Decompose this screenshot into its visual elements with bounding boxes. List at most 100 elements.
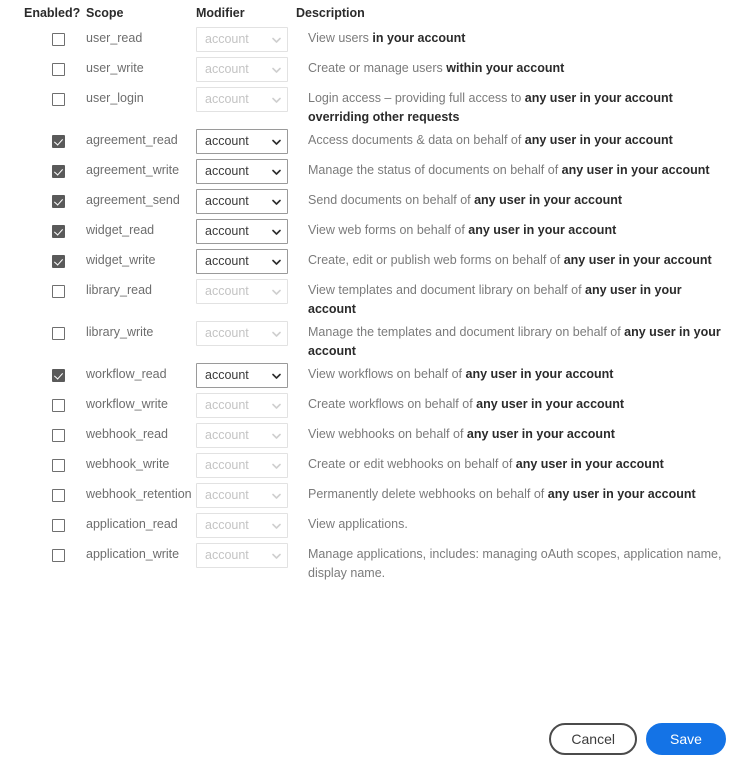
table-row: application_write account Manage applicati… bbox=[0, 541, 750, 583]
checkbox-checked-icon[interactable] bbox=[52, 225, 65, 239]
table-row: user_read account View users in your accou… bbox=[0, 25, 750, 55]
cell-enabled bbox=[0, 541, 86, 565]
chevron-down-icon bbox=[272, 259, 281, 266]
description-text: Send documents on behalf of bbox=[308, 193, 475, 207]
scope-description: Create, edit or publish web forms on beh… bbox=[296, 247, 726, 270]
scope-description: Permanently delete webhooks on behalf of… bbox=[296, 481, 726, 504]
chevron-down-icon bbox=[272, 553, 281, 560]
checkbox-unchecked-icon[interactable] bbox=[52, 459, 65, 473]
description-text: Login access – providing full access to bbox=[308, 91, 525, 105]
chevron-down-icon bbox=[272, 37, 281, 44]
scope-description: Manage the templates and document librar… bbox=[296, 319, 726, 361]
checkbox-checked-icon[interactable] bbox=[52, 165, 65, 179]
cell-enabled bbox=[0, 421, 86, 445]
checkbox-unchecked-icon[interactable] bbox=[52, 33, 65, 47]
cell-enabled bbox=[0, 319, 86, 343]
table-row: agreement_read account Access documents & … bbox=[0, 127, 750, 157]
modifier-select[interactable]: account bbox=[196, 129, 288, 154]
description-emphasis: any user in your account bbox=[515, 457, 664, 471]
checkbox-unchecked-icon[interactable] bbox=[52, 327, 65, 341]
modifier-select[interactable]: account bbox=[196, 249, 288, 274]
modifier-select[interactable]: account bbox=[196, 363, 288, 388]
chevron-down-icon bbox=[272, 97, 281, 104]
save-button[interactable]: Save bbox=[646, 723, 726, 755]
cell-enabled bbox=[0, 277, 86, 301]
checkbox-unchecked-icon[interactable] bbox=[52, 63, 65, 77]
cell-modifier: account bbox=[196, 55, 296, 82]
checkbox-unchecked-icon[interactable] bbox=[52, 549, 65, 563]
chevron-down-icon bbox=[272, 67, 281, 74]
scope-name: agreement_write bbox=[86, 163, 180, 177]
cell-enabled bbox=[0, 361, 86, 385]
table-row: widget_write account Create, edit or publi… bbox=[0, 247, 750, 277]
modifier-select-value: account bbox=[205, 194, 249, 208]
scope-description: View applications. bbox=[296, 511, 726, 534]
cell-enabled bbox=[0, 25, 86, 49]
table-row: agreement_send account Send documents on b… bbox=[0, 187, 750, 217]
description-text: View web forms on behalf of bbox=[308, 223, 469, 237]
modifier-select: account bbox=[196, 513, 288, 538]
scope-name: agreement_read bbox=[86, 133, 178, 147]
checkbox-unchecked-icon[interactable] bbox=[52, 489, 65, 503]
table-row: workflow_read account View workflows on be… bbox=[0, 361, 750, 391]
modifier-select[interactable]: account bbox=[196, 189, 288, 214]
modifier-select: account bbox=[196, 453, 288, 478]
table-row: application_read account View applications… bbox=[0, 511, 750, 541]
modifier-select[interactable]: account bbox=[196, 159, 288, 184]
scope-name: agreement_send bbox=[86, 193, 180, 207]
column-header-description: Description bbox=[296, 6, 365, 20]
modifier-select-value: account bbox=[205, 62, 249, 76]
checkbox-checked-icon[interactable] bbox=[52, 255, 65, 269]
chevron-down-icon bbox=[272, 289, 281, 296]
description-text: View applications. bbox=[308, 517, 408, 531]
cell-modifier: account bbox=[196, 157, 296, 184]
checkbox-unchecked-icon[interactable] bbox=[52, 285, 65, 299]
checkbox-checked-icon[interactable] bbox=[52, 369, 65, 383]
description-emphasis: any user in your account bbox=[468, 223, 617, 237]
scope-name: user_login bbox=[86, 91, 144, 105]
column-header-enabled: Enabled? bbox=[24, 6, 81, 20]
checkbox-unchecked-icon[interactable] bbox=[52, 429, 65, 443]
cell-enabled bbox=[0, 247, 86, 271]
description-text: View webhooks on behalf of bbox=[308, 427, 467, 441]
checkbox-unchecked-icon[interactable] bbox=[52, 519, 65, 533]
description-text: Manage the status of documents on behalf… bbox=[308, 163, 562, 177]
modifier-select: account bbox=[196, 279, 288, 304]
modifier-select-value: account bbox=[205, 458, 249, 472]
table-row: workflow_write account Create workflows on… bbox=[0, 391, 750, 421]
cancel-button[interactable]: Cancel bbox=[549, 723, 637, 755]
modifier-select: account bbox=[196, 483, 288, 508]
table-row: webhook_write account Create or edit webho… bbox=[0, 451, 750, 481]
cell-enabled bbox=[0, 187, 86, 211]
table-row: library_write account Manage the templates… bbox=[0, 319, 750, 361]
scope-name: user_read bbox=[86, 31, 143, 45]
checkbox-checked-icon[interactable] bbox=[52, 135, 65, 149]
scope-description: Create or edit webhooks on behalf of any… bbox=[296, 451, 726, 474]
description-text: Access documents & data on behalf of bbox=[308, 133, 525, 147]
scope-name: widget_write bbox=[86, 253, 156, 267]
modifier-select[interactable]: account bbox=[196, 219, 288, 244]
modifier-select-value: account bbox=[205, 284, 249, 298]
cell-enabled bbox=[0, 55, 86, 79]
checkbox-checked-icon[interactable] bbox=[52, 195, 65, 209]
dialog-footer: Cancel Save bbox=[549, 723, 726, 755]
modifier-select-value: account bbox=[205, 254, 249, 268]
checkbox-unchecked-icon[interactable] bbox=[52, 399, 65, 413]
scope-description: Login access – providing full access to … bbox=[296, 85, 726, 127]
cell-enabled bbox=[0, 127, 86, 151]
description-emphasis: within your account bbox=[446, 61, 565, 75]
scope-name: webhook_write bbox=[86, 457, 170, 471]
scope-description: Create or manage users within your accou… bbox=[296, 55, 726, 78]
modifier-select-value: account bbox=[205, 92, 249, 106]
description-emphasis: any user in your account bbox=[466, 427, 615, 441]
scope-name: webhook_retention bbox=[86, 487, 192, 501]
cell-modifier: account bbox=[196, 511, 296, 538]
description-text: Permanently delete webhooks on behalf of bbox=[308, 487, 548, 501]
scope-name: application_write bbox=[86, 547, 180, 561]
checkbox-unchecked-icon[interactable] bbox=[52, 93, 65, 107]
modifier-select-value: account bbox=[205, 224, 249, 238]
cell-enabled bbox=[0, 451, 86, 475]
description-emphasis: any user in your account bbox=[561, 163, 710, 177]
scope-description: View users in your account bbox=[296, 25, 726, 48]
scope-description: View webhooks on behalf of any user in y… bbox=[296, 421, 726, 444]
